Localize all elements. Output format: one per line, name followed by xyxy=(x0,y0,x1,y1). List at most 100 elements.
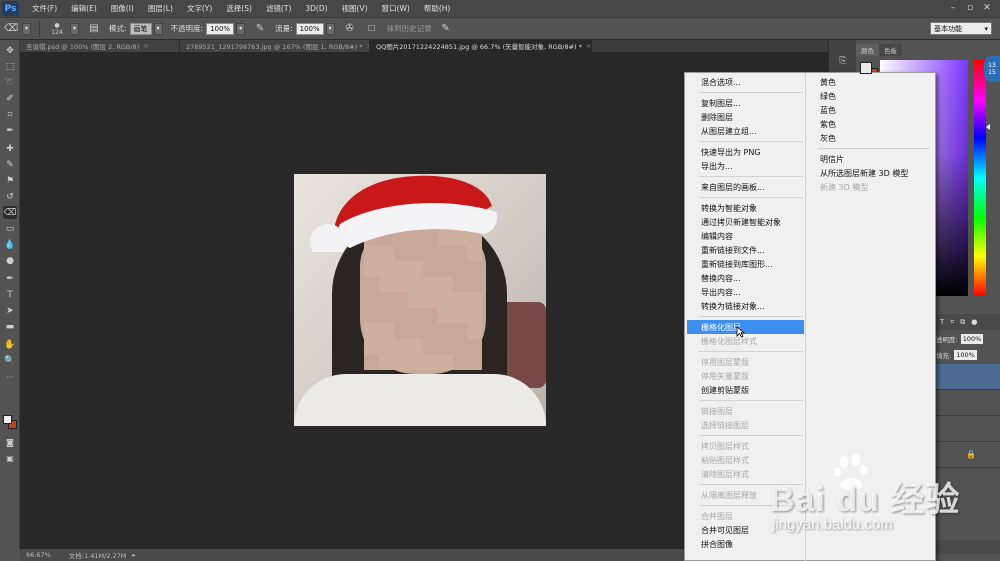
menu-help[interactable]: 帮助(H) xyxy=(417,3,458,14)
menu-item-right-6[interactable]: 从所选图层新建 3D 模型 xyxy=(808,166,935,180)
layer-opacity-input[interactable]: 100% xyxy=(960,334,984,344)
blur-tool-icon[interactable]: 💧 xyxy=(3,238,17,251)
layer-row[interactable] xyxy=(936,390,1000,416)
menu-item-28[interactable]: 拼合图像 xyxy=(687,537,804,551)
hue-slider-handle[interactable] xyxy=(986,124,990,130)
screen-mode-icon[interactable]: ▣ xyxy=(3,452,17,465)
opacity-input[interactable]: 100% xyxy=(206,22,235,35)
menu-item-5[interactable]: 导出为... xyxy=(687,159,804,173)
flow-input[interactable]: 100% xyxy=(295,22,324,35)
menu-3d[interactable]: 3D(D) xyxy=(298,4,334,13)
menu-item-14[interactable]: 转换为链接对象... xyxy=(687,299,804,313)
history-checkbox[interactable]: ☐ xyxy=(365,22,379,36)
flow-dropdown[interactable]: ▾ xyxy=(325,22,335,35)
panel-foreground-swatch[interactable] xyxy=(860,62,872,74)
chevron-right-icon[interactable]: ▸ xyxy=(132,551,135,559)
layer-row-selected[interactable] xyxy=(936,364,1000,390)
tab-document-3[interactable]: QQ图片20171224224851.jpg @ 66.7% (矢量智能对象, … xyxy=(370,40,592,52)
eraser-tool-icon[interactable]: ⌫ xyxy=(3,206,17,219)
mode-dropdown[interactable]: ▾ xyxy=(153,22,163,35)
menu-item-0[interactable]: 混合选项... xyxy=(687,75,804,89)
menu-image[interactable]: 图像(I) xyxy=(104,3,141,14)
hand-tool-icon[interactable]: ✋ xyxy=(3,338,17,351)
menu-item-8[interactable]: 通过拷贝新建智能对象 xyxy=(687,215,804,229)
menu-item-10[interactable]: 重新链接到文件... xyxy=(687,243,804,257)
layer-row[interactable] xyxy=(936,416,1000,442)
tab-document-1[interactable]: 圣诞帽.psd @ 100% (图层 2, RGB/8) × xyxy=(20,40,180,52)
menu-item-right-4[interactable]: 灰色 xyxy=(808,131,935,145)
menu-item-7[interactable]: 转换为智能对象 xyxy=(687,201,804,215)
menu-type[interactable]: 文字(Y) xyxy=(180,3,219,14)
hue-slider[interactable] xyxy=(974,60,986,296)
menu-item-right-5[interactable]: 明信片 xyxy=(808,152,935,166)
quick-mask-icon[interactable]: ◙ xyxy=(3,436,17,449)
menu-item-12[interactable]: 替换内容... xyxy=(687,271,804,285)
menu-item-27[interactable]: 合并可见图层 xyxy=(687,523,804,537)
menu-item-right-3[interactable]: 紫色 xyxy=(808,117,935,131)
menu-file[interactable]: 文件(F) xyxy=(25,3,64,14)
menu-item-13[interactable]: 导出内容... xyxy=(687,285,804,299)
tab-swatches[interactable]: 色板 xyxy=(879,44,902,56)
history-icon[interactable]: ⎘ xyxy=(836,54,850,67)
airbrush-icon[interactable]: ✇ xyxy=(343,22,357,36)
menu-item-right-2[interactable]: 蓝色 xyxy=(808,103,935,117)
toggle-icon[interactable]: ● xyxy=(971,318,977,326)
tool-preset-dropdown[interactable]: ▾ xyxy=(22,22,31,35)
eraser-tool-icon[interactable]: ⌫ xyxy=(4,22,18,36)
opacity-dropdown[interactable]: ▾ xyxy=(236,22,246,35)
more-tools-icon[interactable]: ⋯ xyxy=(3,370,17,383)
menu-layer[interactable]: 图层(L) xyxy=(141,3,180,14)
menu-item-4[interactable]: 快速导出为 PNG xyxy=(687,145,804,159)
tab-color[interactable]: 颜色 xyxy=(856,44,879,56)
close-icon[interactable]: × xyxy=(143,42,148,50)
zoom-tool-icon[interactable]: 🔍 xyxy=(3,354,17,367)
minimize-icon[interactable]: – xyxy=(946,2,960,14)
workspace-select[interactable]: 基本功能 ▾ xyxy=(930,22,992,35)
menu-item-right-1[interactable]: 绿色 xyxy=(808,89,935,103)
close-icon[interactable]: ✕ xyxy=(980,2,994,14)
brush-tool-icon[interactable]: ✎ xyxy=(3,158,17,171)
brush-preset-picker[interactable]: ● 124 xyxy=(48,22,66,36)
menu-item-9[interactable]: 编辑内容 xyxy=(687,229,804,243)
healing-brush-tool-icon[interactable]: ✚ xyxy=(3,142,17,155)
menu-item-6[interactable]: 来自图层的画板... xyxy=(687,180,804,194)
clone-stamp-tool-icon[interactable]: ⚑ xyxy=(3,174,17,187)
document-image[interactable] xyxy=(294,174,546,426)
pen-tool-icon[interactable]: ✒ xyxy=(3,272,17,285)
smart-object-icon[interactable]: ⧉ xyxy=(960,318,965,327)
menu-view[interactable]: 视图(V) xyxy=(335,3,375,14)
layer-fill-input[interactable]: 100% xyxy=(954,350,977,360)
menu-item-15[interactable]: 栅格化图层 xyxy=(687,320,804,334)
lasso-tool-icon[interactable]: ➰ xyxy=(3,76,17,89)
close-icon[interactable]: × xyxy=(586,42,591,50)
dodge-tool-icon[interactable]: ● xyxy=(3,254,17,267)
menu-item-2[interactable]: 删除图层 xyxy=(687,110,804,124)
eyedropper-tool-icon[interactable]: ✒ xyxy=(3,124,17,137)
menu-item-11[interactable]: 重新链接到库图形... xyxy=(687,257,804,271)
type-tool-icon[interactable]: T xyxy=(3,288,17,301)
foreground-color-swatch[interactable] xyxy=(3,415,12,424)
menu-item-3[interactable]: 从图层建立组... xyxy=(687,124,804,138)
move-tool-icon[interactable]: ✥ xyxy=(3,44,17,57)
menu-item-right-0[interactable]: 黄色 xyxy=(808,75,935,89)
crop-tool-icon[interactable]: ⌗ xyxy=(3,108,17,121)
rectangle-tool-icon[interactable]: ▬ xyxy=(3,320,17,333)
filter-icon[interactable]: T xyxy=(940,318,944,326)
path-select-tool-icon[interactable]: ➤ xyxy=(3,304,17,317)
notification-badge[interactable]: 13 15 xyxy=(984,56,1000,82)
menu-edit[interactable]: 编辑(E) xyxy=(64,3,104,14)
menu-item-19[interactable]: 创建剪贴蒙版 xyxy=(687,383,804,397)
transform-icon[interactable]: ⌗ xyxy=(950,318,954,327)
zoom-level[interactable]: 66.67% xyxy=(26,551,51,559)
menu-window[interactable]: 窗口(W) xyxy=(375,3,417,14)
menu-select[interactable]: 选择(S) xyxy=(219,3,259,14)
brush-panel-icon[interactable]: ▤ xyxy=(87,22,101,36)
marquee-tool-icon[interactable]: ⬚ xyxy=(3,60,17,73)
gradient-tool-icon[interactable]: ▭ xyxy=(3,222,17,235)
menu-filter[interactable]: 滤镜(T) xyxy=(259,3,298,14)
history-brush-tool-icon[interactable]: ↺ xyxy=(3,190,17,203)
pressure-size-icon[interactable]: ✎ xyxy=(439,22,453,36)
quick-select-tool-icon[interactable]: ✐ xyxy=(3,92,17,105)
maximize-icon[interactable]: ▫ xyxy=(963,2,977,14)
tab-document-2[interactable]: 2789521_1291798763.jpg @ 167% (图层 1, RGB… xyxy=(180,40,370,52)
